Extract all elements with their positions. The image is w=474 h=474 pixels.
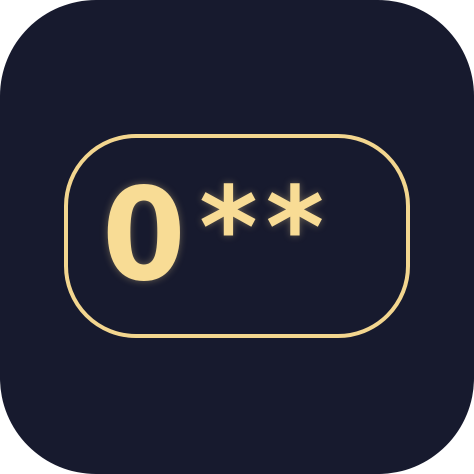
mask-asterisk-1: * [199, 164, 258, 294]
masked-code-display: 0 * * [102, 166, 332, 306]
visible-digit: 0 [102, 161, 186, 310]
mask-asterisk-2: * [265, 164, 325, 294]
masked-code-app-icon[interactable]: 0 * * [0, 0, 474, 474]
